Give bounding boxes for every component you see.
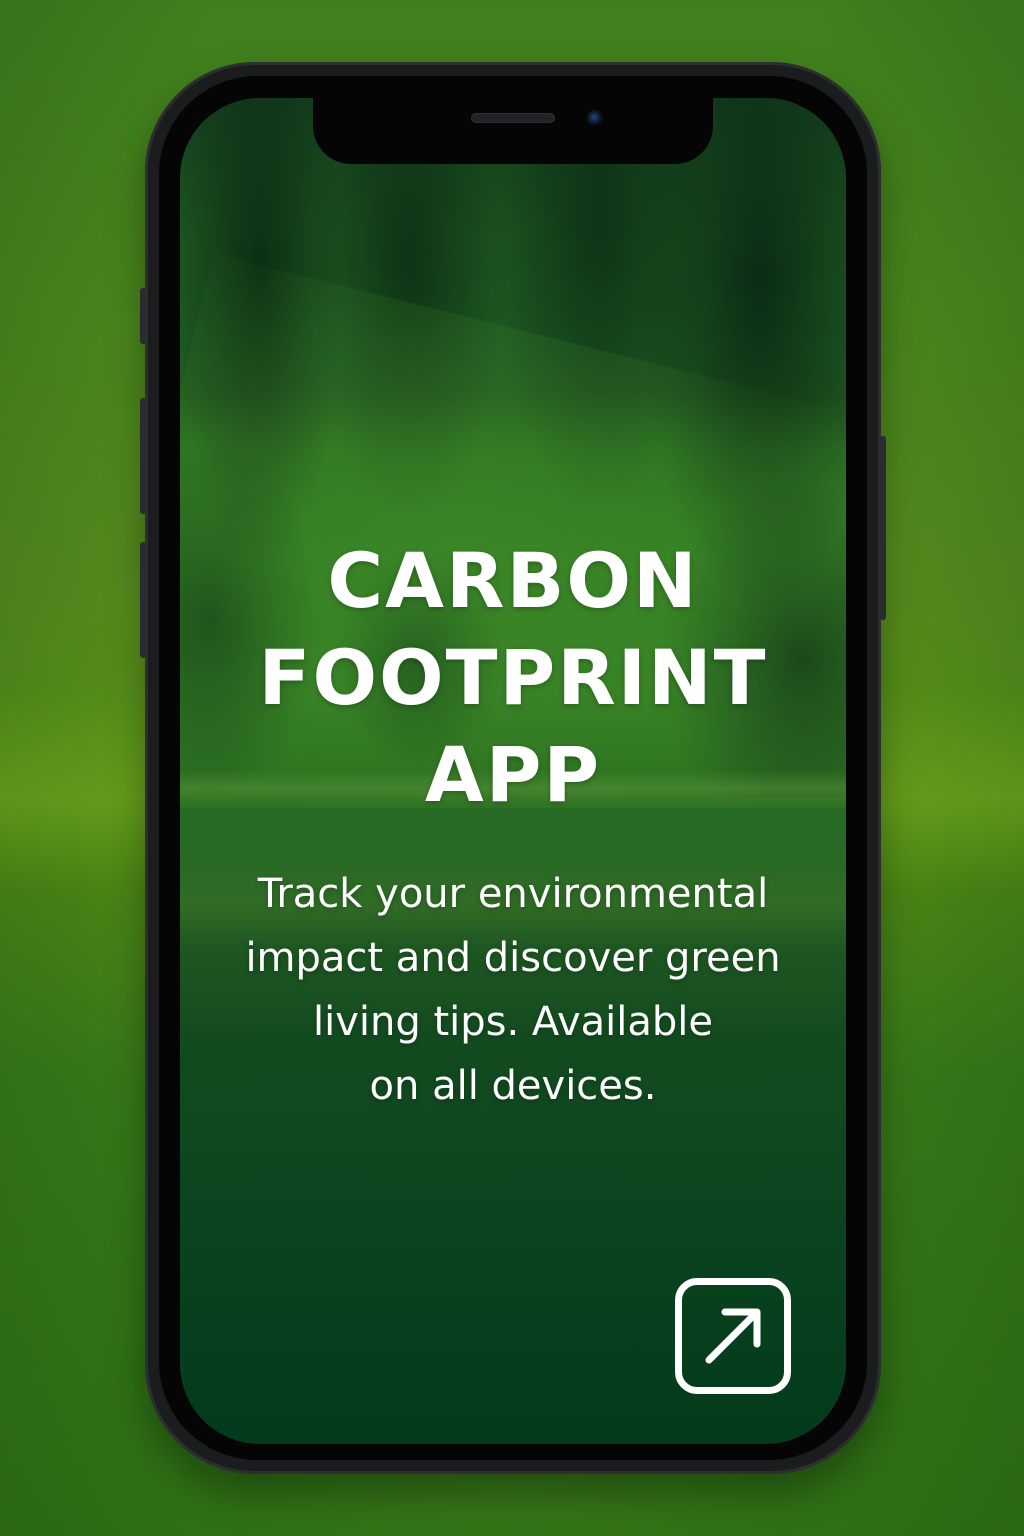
app-description-line: on all devices. [369, 1063, 657, 1109]
app-description-line: impact and discover green [245, 935, 781, 981]
open-app-button[interactable] [675, 1278, 791, 1394]
app-description-line: Track your environmental [257, 871, 769, 917]
phone-notch [313, 98, 713, 164]
speaker-grille [471, 113, 555, 123]
splash-content: CARBON FOOTPRINT APP Track your environm… [180, 98, 846, 1444]
app-description: Track your environmental impact and disc… [220, 862, 806, 1118]
app-title: CARBON FOOTPRINT APP [200, 532, 826, 823]
external-arrow-icon [705, 1308, 761, 1364]
phone-mockup: CARBON FOOTPRINT APP Track your environm… [140, 62, 886, 1474]
phone-bezel: CARBON FOOTPRINT APP Track your environm… [159, 76, 867, 1460]
volume-up-button [140, 398, 146, 514]
app-title-line: FOOTPRINT [258, 633, 768, 722]
power-button [880, 436, 886, 620]
mute-switch [140, 288, 146, 344]
phone-screen: CARBON FOOTPRINT APP Track your environm… [180, 98, 846, 1444]
front-camera-icon [587, 110, 603, 126]
volume-down-button [140, 542, 146, 658]
app-description-line: living tips. Available [313, 999, 713, 1045]
app-title-line: CARBON [327, 536, 699, 625]
app-title-line: APP [424, 730, 602, 819]
